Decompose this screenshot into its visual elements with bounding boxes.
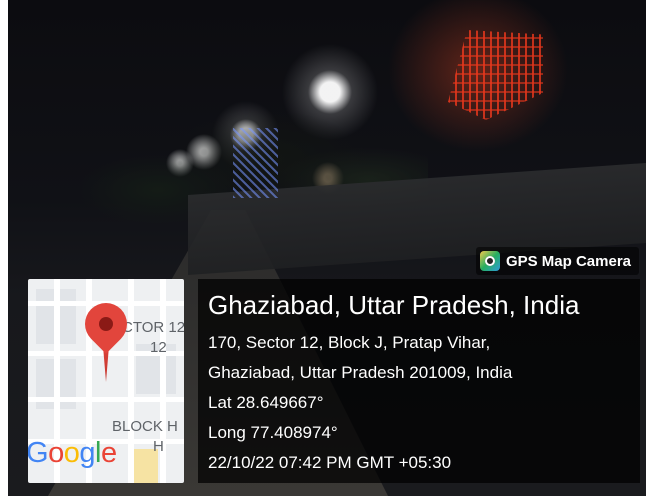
google-logo-letter: g: [79, 437, 95, 469]
red-festive-lights: [448, 30, 543, 120]
badge-label: GPS Map Camera: [505, 252, 631, 270]
longitude: Long 77.408974°: [208, 422, 338, 442]
address-line-2: Ghaziabad, Uttar Pradesh 201009, India: [208, 362, 513, 382]
google-logo-letter: o: [48, 437, 64, 469]
map-thumbnail[interactable]: CTOR 12 12 BLOCK H H Google: [28, 279, 184, 483]
map-label-sector-number: 12: [150, 339, 167, 356]
location-title: Ghaziabad, Uttar Pradesh, India: [208, 290, 580, 320]
location-info-panel: Ghaziabad, Uttar Pradesh, India 170, Sec…: [198, 279, 640, 483]
timestamp: 22/10/22 07:42 PM GMT +05:30: [208, 452, 452, 472]
google-logo-letter: e: [100, 437, 117, 469]
blue-festive-lights: [233, 128, 278, 198]
gps-map-camera-badge: GPS Map Camera: [475, 247, 639, 275]
map-pin-center: [99, 317, 113, 331]
map-label-sector: CTOR 12: [122, 319, 184, 336]
map-label-block-letter: H: [153, 438, 164, 455]
camera-icon: [479, 251, 500, 271]
google-logo: Google: [28, 437, 117, 470]
google-logo-letter: G: [28, 437, 49, 469]
map-label-block: BLOCK H: [112, 418, 178, 435]
address-line-1: 170, Sector 12, Block J, Pratap Vihar,: [208, 332, 491, 352]
map-street: [128, 279, 134, 483]
google-logo-letter: o: [63, 437, 80, 469]
latitude: Lat 28.649667°: [208, 392, 324, 412]
map-street: [28, 397, 184, 402]
